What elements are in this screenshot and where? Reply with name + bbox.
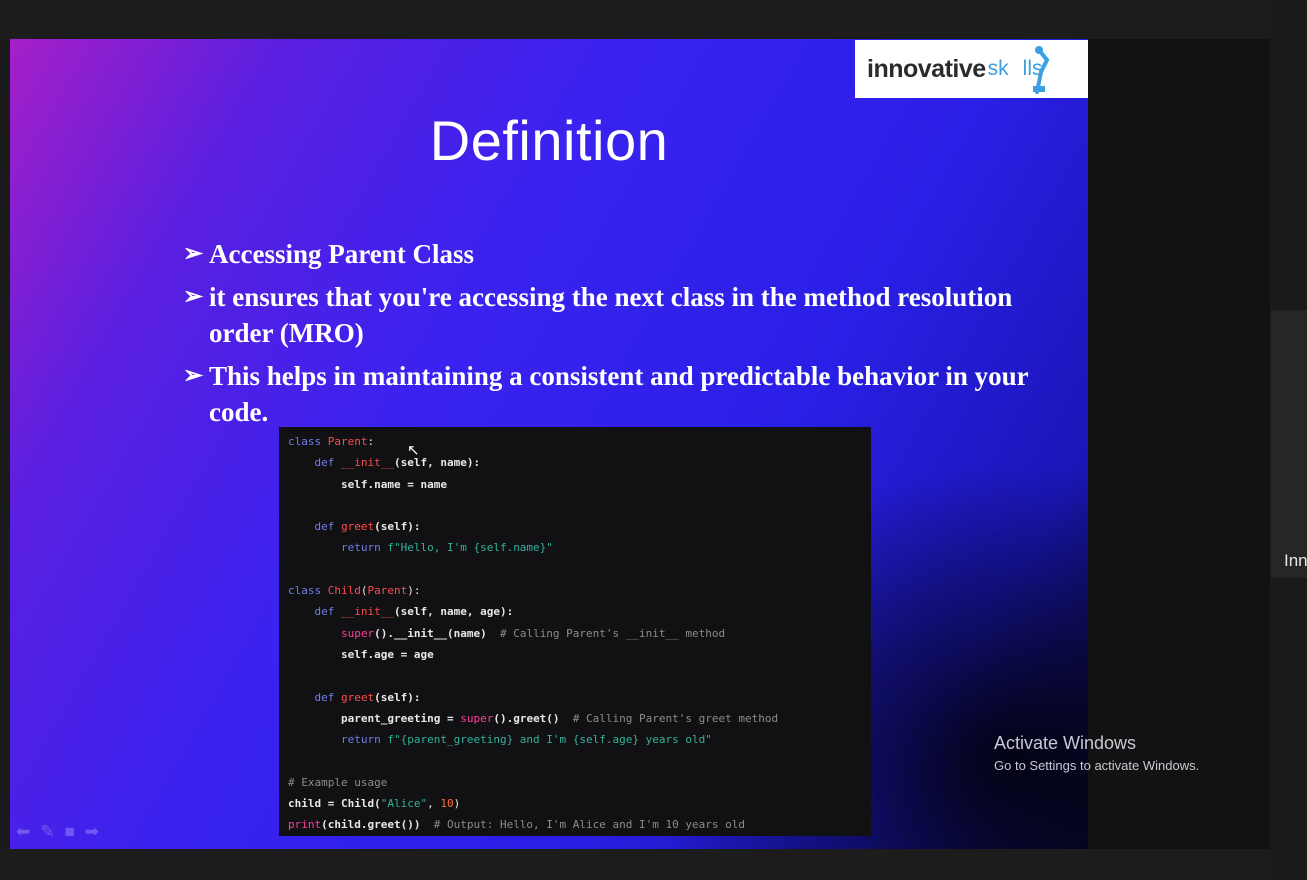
arrow-bullet-icon: ➢ xyxy=(183,284,204,310)
top-letterbox xyxy=(0,0,1270,39)
next-arrow-icon[interactable]: ➡ xyxy=(85,822,99,842)
slide-title: Definition xyxy=(429,109,669,172)
slides-icon[interactable]: ■ xyxy=(65,822,75,842)
code-line: class Parent: xyxy=(288,435,375,448)
activate-windows-watermark: Activate Windows Go to Settings to activ… xyxy=(994,733,1199,773)
code-line: def __init__(self, name, age): xyxy=(314,605,514,619)
watermark-subtitle: Go to Settings to activate Windows. xyxy=(994,758,1200,773)
watermark-title: Activate Windows xyxy=(994,733,1137,753)
bullet-text: Accessing Parent Class xyxy=(209,239,474,269)
logo-word-innovative: innovative xyxy=(867,54,986,83)
code-block: class Parent: def __init__(self, name): … xyxy=(279,427,871,836)
code-line: self.name = name xyxy=(340,477,447,491)
code-line: child = Child("Alice", 10) xyxy=(288,797,461,811)
arrow-bullet-icon: ➢ xyxy=(183,363,204,389)
bullet-item: ➢ Accessing Parent Class xyxy=(183,236,1033,272)
bullet-text: it ensures that you're accessing the nex… xyxy=(209,282,1013,348)
logo-word-skills-a: sk xyxy=(987,57,1009,80)
participant-panel[interactable]: Inn xyxy=(1271,310,1307,578)
code-line: def __init__(self, name): xyxy=(314,456,481,470)
bullet-text: This helps in maintaining a consistent a… xyxy=(209,361,1029,427)
arrow-bullet-icon: ➢ xyxy=(183,241,204,267)
bottom-letterbox xyxy=(0,849,1270,880)
code-line: print(child.greet()) # Output: Hello, I'… xyxy=(288,818,745,832)
code-line: super().__init__(name) # Calling Parent'… xyxy=(340,626,726,640)
robot-arm-icon xyxy=(1033,46,1050,94)
code-line: return f"Hello, I'm {self.name}" xyxy=(340,541,553,555)
previous-arrow-icon[interactable]: ⬅ xyxy=(16,822,30,842)
code-line: parent_greeting = super().greet() # Call… xyxy=(340,711,779,725)
pen-icon[interactable]: ✎ xyxy=(40,822,54,842)
participant-name: Inn xyxy=(1284,551,1307,570)
slideshow-controls[interactable]: ⬅ ✎ ■ ➡ xyxy=(16,822,99,842)
code-line: def greet(self): xyxy=(314,520,421,534)
bullet-item: ➢ This helps in maintaining a consistent… xyxy=(183,358,1033,430)
code-line: # Example usage xyxy=(288,775,388,789)
bullet-list: ➢ Accessing Parent Class ➢ it ensures th… xyxy=(183,236,1033,437)
code-line: return f"{parent_greeting} and I'm {self… xyxy=(340,733,712,747)
code-line: def greet(self): xyxy=(314,690,421,704)
right-letterbox xyxy=(1088,39,1270,849)
mouse-cursor-icon: ↖ xyxy=(407,442,420,459)
brand-logo: innovative sk lls xyxy=(855,40,1088,98)
code-line: class Child(Parent): xyxy=(288,584,421,598)
code-line: self.age = age xyxy=(340,647,434,661)
bullet-item: ➢ it ensures that you're accessing the n… xyxy=(183,279,1033,351)
